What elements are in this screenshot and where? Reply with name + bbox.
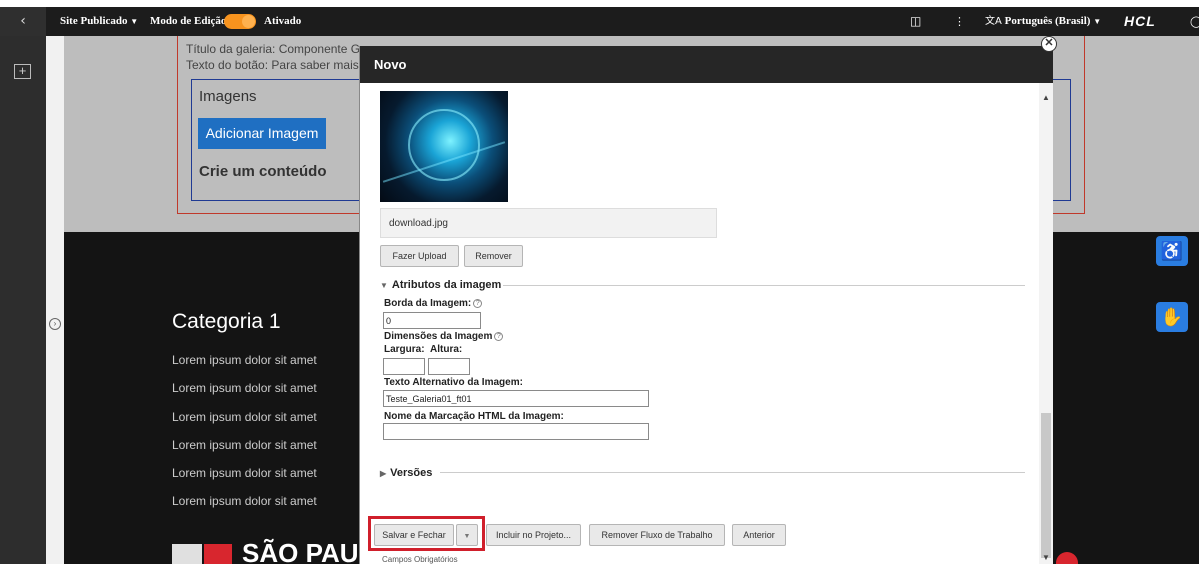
remove-workflow-button[interactable]: Remover Fluxo de Trabalho xyxy=(589,524,725,546)
section-label: Versões xyxy=(390,467,433,479)
left-strip: › xyxy=(46,36,64,564)
page: ‹ Site Publicado ▼ Modo de Edição: Ativa… xyxy=(0,0,1199,564)
sign-language-icon[interactable]: ✋ xyxy=(1156,302,1188,332)
remove-button[interactable]: Remover xyxy=(464,245,523,267)
help-icon[interactable]: ? xyxy=(494,332,504,341)
required-fields-note: Campos Obrigatórios xyxy=(382,555,458,564)
height-input[interactable] xyxy=(428,358,470,375)
chevron-down-icon: ▼ xyxy=(1093,17,1102,26)
expand-arrow-icon: ▶ xyxy=(380,469,387,478)
border-label-text: Borda da Imagem: xyxy=(384,298,472,309)
gallery-title-line: Título da galeria: Componente Ga xyxy=(186,42,367,56)
add-image-button[interactable]: Adicionar Imagem xyxy=(198,118,326,149)
expand-icon[interactable]: › xyxy=(49,318,61,330)
add-panel-icon[interactable]: + xyxy=(14,64,31,79)
logo-text: SÃO PAU xyxy=(242,538,359,564)
dialog-scrollbar[interactable]: ▲ ▼ xyxy=(1039,83,1053,564)
chevron-down-icon: ▼ xyxy=(130,17,139,26)
help-icon[interactable]: ? xyxy=(473,299,483,308)
section-divider xyxy=(440,472,1025,473)
panel-icon[interactable]: ◫ xyxy=(910,7,921,36)
image-preview xyxy=(380,91,508,202)
lorem-link[interactable]: Lorem ipsum dolor sit amet xyxy=(172,438,317,452)
save-close-highlight xyxy=(368,516,485,551)
sao-paulo-logo-icon xyxy=(172,544,232,564)
brand-logo: HCL xyxy=(1124,13,1156,29)
alt-text-input[interactable] xyxy=(383,390,649,407)
lorem-link[interactable]: Lorem ipsum dolor sit amet xyxy=(172,353,317,367)
edit-mode-label: Modo de Edição: xyxy=(150,15,231,27)
dialog-title: Novo xyxy=(360,46,1053,83)
html-tag-label: Nome da Marcação HTML da Imagem: xyxy=(384,411,564,422)
border-input[interactable] xyxy=(383,312,481,329)
scroll-down-icon[interactable]: ▼ xyxy=(1042,553,1050,562)
site-published-label: Site Publicado xyxy=(60,15,128,27)
accessibility-icon[interactable]: ♿ xyxy=(1156,236,1188,266)
site-published-dropdown[interactable]: Site Publicado ▼ xyxy=(60,7,138,36)
dimensions-label: Dimensões da Imagem? xyxy=(384,331,504,342)
border-label: Borda da Imagem:? xyxy=(384,298,483,309)
height-label: Altura: xyxy=(430,344,463,355)
upload-button[interactable]: Fazer Upload xyxy=(380,245,459,267)
button-text-line: Texto do botão: Para saber mais, c xyxy=(186,58,372,72)
left-rail: + xyxy=(0,36,46,564)
width-label: Largura: xyxy=(384,344,425,355)
close-icon[interactable]: ✕ xyxy=(1041,36,1057,52)
file-name: download.jpg xyxy=(380,208,717,238)
scroll-up-icon[interactable]: ▲ xyxy=(1042,93,1050,102)
lorem-link[interactable]: Lorem ipsum dolor sit amet xyxy=(172,410,317,424)
section-divider xyxy=(503,285,1025,286)
versions-toggle[interactable]: ▶ Versões xyxy=(380,467,432,479)
lorem-link[interactable]: Lorem ipsum dolor sit amet xyxy=(172,494,317,508)
chevron-left-icon[interactable]: ‹ xyxy=(0,7,46,36)
translate-icon: 文A xyxy=(985,16,1002,27)
previous-button[interactable]: Anterior xyxy=(732,524,786,546)
edit-mode-value: Ativado xyxy=(264,15,302,27)
image-attributes-toggle[interactable]: ▼ Atributos da imagem xyxy=(380,279,501,291)
images-label: Imagens xyxy=(199,88,257,105)
collapse-arrow-icon: ▼ xyxy=(380,281,388,290)
lorem-link[interactable]: Lorem ipsum dolor sit amet xyxy=(172,466,317,480)
section-label: Atributos da imagem xyxy=(391,279,502,291)
html-tag-input[interactable] xyxy=(383,423,649,440)
width-input[interactable] xyxy=(383,358,425,375)
category-title: Categoria 1 xyxy=(172,310,281,333)
language-selector[interactable]: 文A Português (Brasil) ▼ xyxy=(985,7,1101,36)
scroll-thumb[interactable] xyxy=(1041,413,1051,558)
lorem-link[interactable]: Lorem ipsum dolor sit amet xyxy=(172,381,317,395)
more-vertical-icon[interactable]: ⋮ xyxy=(954,7,965,36)
language-label: Português (Brasil) xyxy=(1004,15,1091,27)
edit-mode-toggle[interactable] xyxy=(224,14,256,29)
top-toolbar: ‹ Site Publicado ▼ Modo de Edição: Ativa… xyxy=(0,7,1199,36)
create-content-link[interactable]: Crie um conteúdo xyxy=(199,163,327,180)
user-icon[interactable]: ◯ xyxy=(1190,7,1199,36)
alt-text-label: Texto Alternativo da Imagem: xyxy=(384,377,523,388)
new-content-dialog: Novo download.jpg Fazer Upload Remover ▼… xyxy=(359,46,1053,564)
include-project-button[interactable]: Incluir no Projeto... xyxy=(486,524,581,546)
dimensions-label-text: Dimensões da Imagem xyxy=(384,331,493,342)
